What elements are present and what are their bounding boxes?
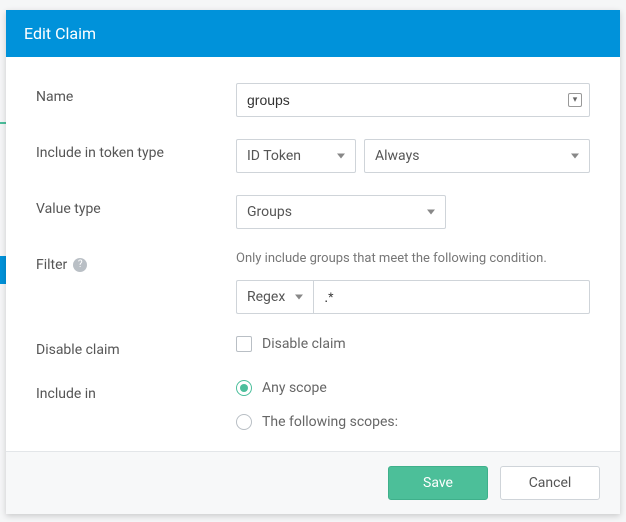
help-icon[interactable]: ? [73,258,87,272]
label-include-in: Include in [36,380,236,402]
label-filter: Filter ? [36,251,236,273]
filter-pattern-input[interactable] [313,280,590,314]
include-in-any-scope-label: Any scope [262,380,327,396]
include-in-following-scopes-radio[interactable] [236,414,252,430]
chevron-down-icon [571,154,579,159]
filter-match-type-select[interactable]: Regex [236,280,313,314]
edit-claim-modal: Edit Claim Name ▾ Include in token type … [6,10,620,514]
filter-help-text: Only include groups that meet the follow… [236,251,590,266]
modal-footer: Save Cancel [6,451,620,514]
name-input[interactable] [236,83,590,117]
chevron-down-icon [295,295,303,300]
chevron-down-icon [427,210,435,215]
token-type-value: ID Token [247,148,301,164]
include-in-any-scope-radio[interactable] [236,380,252,396]
modal-title: Edit Claim [6,10,620,57]
label-include-in-token-type: Include in token type [36,139,236,161]
chevron-down-icon [337,154,345,159]
value-type-value: Groups [247,204,292,220]
label-name: Name [36,83,236,105]
save-button[interactable]: Save [388,466,488,500]
disable-claim-checkbox-label: Disable claim [262,336,346,352]
cancel-button[interactable]: Cancel [500,466,600,500]
filter-match-type-value: Regex [247,289,285,305]
modal-body: Name ▾ Include in token type ID Token A [6,57,620,451]
disable-claim-checkbox[interactable] [236,336,252,352]
label-value-type: Value type [36,195,236,217]
value-type-select[interactable]: Groups [236,195,446,229]
token-condition-value: Always [375,148,419,164]
label-disable-claim: Disable claim [36,336,236,358]
include-in-following-scopes-label: The following scopes: [262,414,398,430]
token-condition-select[interactable]: Always [364,139,590,173]
token-type-select[interactable]: ID Token [236,139,356,173]
